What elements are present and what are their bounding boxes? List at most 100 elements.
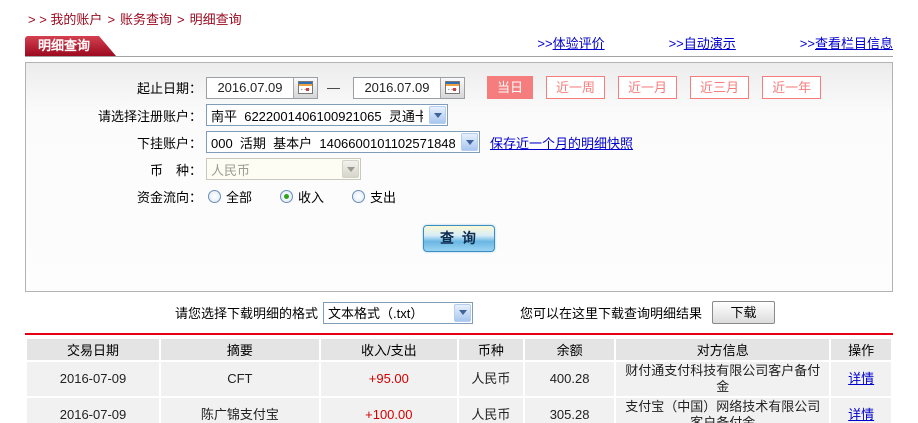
breadcrumb: > > 我的账户 > 账务查询 > 明细查询 xyxy=(0,0,918,28)
table-header-row: 交易日期 摘要 收入/支出 币种 余额 对方信息 操作 xyxy=(27,339,891,360)
breadcrumb-separator: > xyxy=(177,12,185,27)
flow-radio-income[interactable]: 收入 xyxy=(280,187,324,206)
table-row: 2016-07-09 陈广锦支付宝 +100.00 人民币 305.28 支付宝（中国）网… xyxy=(27,398,891,423)
header-link-auto-demo[interactable]: >>自动演示 xyxy=(669,33,736,52)
date-from-field[interactable]: 2016.07.09 xyxy=(206,76,318,99)
date-from-value[interactable]: 2016.07.09 xyxy=(207,78,293,98)
table-body: 2016-07-09 CFT +95.00 人民币 400.28 财付通支付科技有限公司客… xyxy=(27,362,891,423)
date-range-dash: — xyxy=(327,80,340,95)
column-header: 对方信息 xyxy=(616,339,830,360)
date-range-row: 起止日期： 2016.07.09 — 2016.07.09 当日 近一周 近一月 近三… xyxy=(26,76,892,99)
save-snapshot-link[interactable]: 保存近一个月的明细快照 xyxy=(490,133,633,152)
breadcrumb-item[interactable]: 账务查询 xyxy=(120,12,172,27)
breadcrumb-prefix: > > xyxy=(28,12,51,27)
register-account-row: 请选择注册账户： 南平 6222001406100921065 灵通卡 xyxy=(26,104,892,126)
flow-direction-label: 资金流向： xyxy=(136,189,202,205)
cell-action: 详情 xyxy=(831,398,891,423)
breadcrumb-item[interactable]: 明细查询 xyxy=(190,12,242,27)
date-range-label: 起止日期： xyxy=(136,81,202,96)
cell-action: 详情 xyxy=(831,362,891,396)
cell-amount: +100.00 xyxy=(320,398,457,423)
header-link-label: 自动演示 xyxy=(683,36,736,51)
detail-link[interactable]: 详情 xyxy=(848,407,874,422)
column-header: 余额 xyxy=(524,339,615,360)
flow-radio-label: 支出 xyxy=(370,189,397,205)
sub-account-row: 下挂账户： 000 活期 基本户 1406600101102571848 保存近… xyxy=(26,131,892,153)
header-link-experience-review[interactable]: >>体验评价 xyxy=(537,33,604,52)
detail-link[interactable]: 详情 xyxy=(848,371,874,386)
calendar-icon xyxy=(445,81,460,94)
query-button[interactable]: 查 询 xyxy=(423,225,495,252)
sub-account-label: 下挂账户： xyxy=(136,135,202,151)
header-links: >>体验评价 >>自动演示 >>查看栏目信息 xyxy=(473,33,893,56)
currency-label: 币 种： xyxy=(149,162,202,178)
column-header: 操作 xyxy=(831,339,891,360)
download-format-label: 请您选择下载明细的格式 xyxy=(175,306,319,321)
flow-radio-all[interactable]: 全部 xyxy=(208,187,252,206)
query-form-panel: 起止日期： 2016.07.09 — 2016.07.09 当日 近一周 近一月 近三… xyxy=(25,62,893,292)
flow-radio-label: 全部 xyxy=(226,189,253,205)
currency-select-disabled: 人民币 xyxy=(206,158,361,180)
cell-currency: 人民币 xyxy=(458,398,523,423)
table-top-divider xyxy=(25,333,893,335)
sub-account-select[interactable]: 000 活期 基本户 1406600101102571848 xyxy=(206,131,480,153)
currency-value: 人民币 xyxy=(211,162,251,178)
header-link-view-column-info[interactable]: >>查看栏目信息 xyxy=(800,33,893,52)
flow-radio-label: 收入 xyxy=(298,189,325,205)
header-link-label: 查看栏目信息 xyxy=(814,36,893,51)
flow-radio-expense[interactable]: 支出 xyxy=(352,187,396,206)
chevron-down-icon[interactable] xyxy=(454,303,472,322)
quick-range-last-year[interactable]: 近一年 xyxy=(762,76,822,99)
breadcrumb-separator: > xyxy=(107,12,116,27)
double-arrow-icon: >> xyxy=(537,36,553,51)
register-account-label: 请选择注册账户： xyxy=(97,108,202,124)
transactions-table: 交易日期 摘要 收入/支出 币种 余额 对方信息 操作 2016-07-09 CFT +95.0… xyxy=(25,337,893,423)
currency-row: 币 种： 人民币 xyxy=(26,158,892,180)
cell-currency: 人民币 xyxy=(458,362,523,396)
radio-icon[interactable] xyxy=(352,189,366,203)
column-header: 摘要 xyxy=(161,339,319,360)
cell-counterparty: 支付宝（中国）网络技术有限公司客户备付金 xyxy=(616,398,830,423)
cell-counterparty: 财付通支付科技有限公司客户备付金 xyxy=(616,362,830,396)
flow-direction-row: 资金流向： 全部 收入 支出 xyxy=(26,185,892,207)
double-arrow-icon: >> xyxy=(799,36,815,51)
download-row: 请您选择下载明细的格式 文本格式（.txt） 您可以在这里下载查询明细结果 下载 xyxy=(175,301,918,324)
chevron-down-icon[interactable] xyxy=(429,106,446,124)
date-to-field[interactable]: 2016.07.09 xyxy=(353,76,465,99)
title-tab-row: 明细查询 >>体验评价 >>自动演示 >>查看栏目信息 xyxy=(25,36,893,57)
column-header: 交易日期 xyxy=(27,339,160,360)
cell-date: 2016-07-09 xyxy=(27,398,160,423)
radio-selected-icon[interactable] xyxy=(280,189,294,203)
quick-range-last-week[interactable]: 近一周 xyxy=(546,76,606,99)
download-format-value: 文本格式（.txt） xyxy=(328,306,424,321)
quick-range-last-month[interactable]: 近一月 xyxy=(618,76,678,99)
quick-range-last-3-months[interactable]: 近三月 xyxy=(690,76,750,99)
column-header: 币种 xyxy=(458,339,523,360)
cell-balance: 400.28 xyxy=(524,362,615,396)
cell-balance: 305.28 xyxy=(524,398,615,423)
cell-amount: +95.00 xyxy=(320,362,457,396)
chevron-down-icon xyxy=(342,160,359,178)
breadcrumb-item[interactable]: 我的账户 xyxy=(50,12,102,27)
quick-range-today[interactable]: 当日 xyxy=(487,76,534,99)
quick-date-buttons: 当日 近一周 近一月 近三月 近一年 xyxy=(487,76,834,99)
date-to-calendar-button[interactable] xyxy=(440,77,464,98)
date-to-value[interactable]: 2016.07.09 xyxy=(354,78,440,98)
cell-summary: 陈广锦支付宝 xyxy=(161,398,319,423)
register-account-select[interactable]: 南平 6222001406100921065 灵通卡 xyxy=(206,104,448,126)
calendar-icon xyxy=(298,81,313,94)
cell-summary: CFT xyxy=(161,362,319,396)
date-from-calendar-button[interactable] xyxy=(293,77,317,98)
detail-query-page: > > 我的账户 > 账务查询 > 明细查询 明细查询 >>体验评价 >>自动演示 >>查看… xyxy=(0,0,918,423)
column-header: 收入/支出 xyxy=(320,339,457,360)
register-account-value: 南平 6222001406100921065 灵通卡 xyxy=(211,108,424,124)
flow-radio-group: 全部 收入 支出 xyxy=(208,187,424,206)
radio-icon[interactable] xyxy=(208,189,221,203)
download-hint: 您可以在这里下载查询明细结果 xyxy=(520,306,703,321)
download-format-select[interactable]: 文本格式（.txt） xyxy=(323,301,474,324)
chevron-down-icon[interactable] xyxy=(461,133,478,151)
sub-account-value: 000 活期 基本户 1406600101102571848 xyxy=(211,135,456,151)
header-link-label: 体验评价 xyxy=(552,36,605,51)
page-title-tab: 明细查询 xyxy=(25,36,116,56)
download-button[interactable]: 下载 xyxy=(712,301,776,324)
